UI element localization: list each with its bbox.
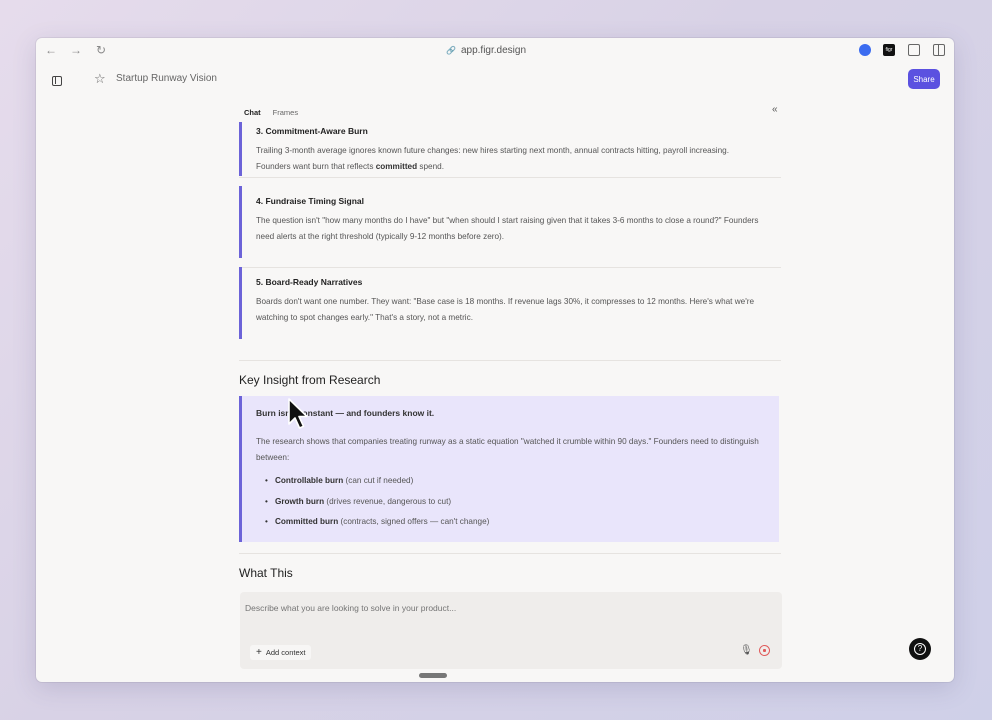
resize-handle[interactable] bbox=[419, 673, 447, 678]
browser-window: ← → ↻ 🔗 app.figr.design figr ☆ Startup R… bbox=[36, 38, 954, 682]
insight-title: Burn isn't constant — and founders know … bbox=[256, 408, 435, 418]
divider bbox=[239, 360, 781, 361]
view-tabs: Chat Frames bbox=[241, 106, 301, 119]
share-button[interactable]: Share bbox=[908, 69, 940, 89]
url-text: app.figr.design bbox=[460, 44, 527, 56]
section-heading: What This bbox=[239, 566, 293, 580]
star-icon[interactable]: ☆ bbox=[94, 71, 106, 87]
list-item: Committed burn (contracts, signed offers… bbox=[256, 512, 765, 533]
mouse-cursor-icon bbox=[288, 398, 308, 429]
insight-callout: Burn isn't constant — and founders know … bbox=[239, 396, 779, 542]
help-icon: ? bbox=[914, 643, 926, 655]
add-context-button[interactable]: + Add context bbox=[250, 645, 312, 660]
notes-extension-icon[interactable] bbox=[908, 44, 920, 56]
reload-icon[interactable]: ↻ bbox=[94, 43, 108, 57]
card-body: Boards don't want one number. They want:… bbox=[256, 297, 755, 322]
insight-bullet-list: Controllable burn (can cut if needed) Gr… bbox=[256, 471, 765, 533]
side-panel-icon[interactable] bbox=[933, 44, 945, 56]
card-body: The question isn't "how many months do I… bbox=[256, 216, 759, 241]
back-arrow-icon[interactable]: ← bbox=[44, 43, 58, 57]
app-header: ☆ Startup Runway Vision Share bbox=[36, 62, 954, 96]
card-title: 5. Board-Ready Narratives bbox=[256, 277, 363, 287]
address-bar[interactable]: 🔗 app.figr.design bbox=[446, 43, 526, 57]
divider bbox=[239, 553, 781, 554]
list-item: Controllable burn (can cut if needed) bbox=[256, 471, 765, 492]
figr-extension-icon[interactable]: figr bbox=[883, 44, 895, 56]
sidebar-toggle-icon[interactable] bbox=[52, 76, 62, 86]
card-title: 3. Commitment-Aware Burn bbox=[256, 126, 368, 136]
prompt-input[interactable] bbox=[245, 603, 765, 613]
browser-toolbar: ← → ↻ 🔗 app.figr.design figr bbox=[36, 38, 954, 62]
forward-arrow-icon[interactable]: → bbox=[69, 43, 83, 57]
add-context-label: Add context bbox=[265, 648, 306, 657]
tab-frames[interactable]: Frames bbox=[270, 106, 301, 119]
list-item: 3. Commitment-Aware Burn Trailing 3-mont… bbox=[239, 122, 779, 176]
help-button[interactable]: ? bbox=[909, 638, 931, 660]
card-body: Trailing 3-month average ignores known f… bbox=[256, 146, 730, 171]
list-item: Growth burn (drives revenue, dangerous t… bbox=[256, 492, 765, 513]
list-item: 4. Fundraise Timing Signal The question … bbox=[239, 186, 779, 258]
profile-avatar-icon[interactable] bbox=[859, 44, 871, 56]
section-heading: Key Insight from Research bbox=[239, 373, 381, 387]
document-title: Startup Runway Vision bbox=[116, 73, 217, 84]
chat-scroll-area[interactable]: 3. Commitment-Aware Burn Trailing 3-mont… bbox=[239, 122, 781, 662]
list-item: 5. Board-Ready Narratives Boards don't w… bbox=[239, 267, 779, 339]
stop-icon[interactable] bbox=[759, 645, 770, 656]
microphone-icon[interactable]: 🎙 bbox=[740, 645, 753, 656]
card-title: 4. Fundraise Timing Signal bbox=[256, 196, 365, 206]
plus-icon: + bbox=[256, 647, 262, 658]
collapse-panel-icon[interactable]: « bbox=[772, 104, 778, 115]
divider bbox=[239, 177, 781, 178]
chat-composer: + Add context 🎙 bbox=[240, 592, 782, 669]
tab-chat[interactable]: Chat bbox=[241, 106, 264, 119]
insight-body: The research shows that companies treati… bbox=[256, 437, 759, 462]
link-icon: 🔗 bbox=[446, 45, 456, 55]
